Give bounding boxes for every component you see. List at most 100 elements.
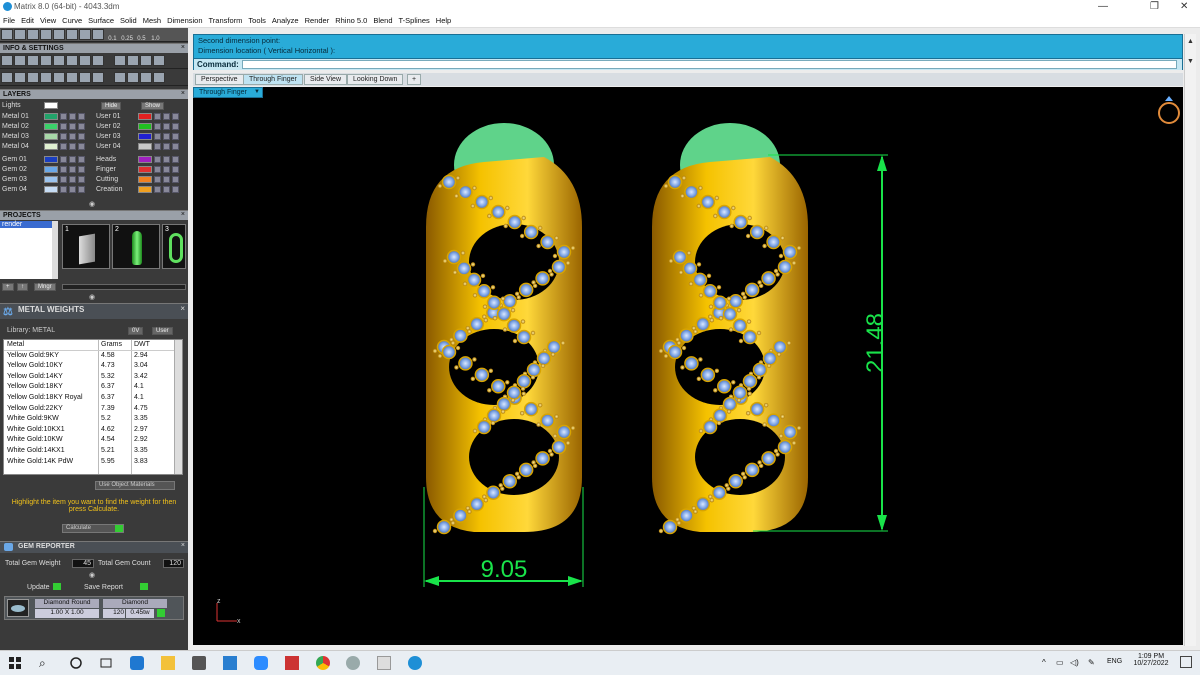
- app-icon[interactable]: [346, 656, 360, 670]
- lock-icon[interactable]: [154, 123, 161, 130]
- splitter-handle-icon[interactable]: ◉: [89, 293, 95, 301]
- slider-handle-icon[interactable]: ◉: [89, 571, 95, 579]
- lock-icon[interactable]: [154, 156, 161, 163]
- manager-button[interactable]: Mngr: [34, 283, 56, 291]
- language-indicator[interactable]: ENG: [1107, 658, 1122, 665]
- show-button[interactable]: Show: [141, 102, 165, 110]
- select-icon[interactable]: [78, 176, 85, 183]
- project-thumb-2[interactable]: 2: [112, 224, 160, 269]
- layer-row[interactable]: User 03: [96, 132, 188, 142]
- select-icon[interactable]: [172, 156, 179, 163]
- layer-color-swatch[interactable]: [138, 186, 152, 193]
- select-icon[interactable]: [78, 143, 85, 150]
- visibility-icon[interactable]: [69, 133, 76, 140]
- table-row[interactable]: White Gold:9KW 5.2 3.35: [4, 414, 182, 425]
- volume-icon[interactable]: ◁): [1070, 658, 1079, 667]
- scroll-down-icon[interactable]: ▼: [1187, 58, 1194, 65]
- project-thumb-1[interactable]: 1: [62, 224, 110, 269]
- menu-tsplines[interactable]: T-Splines: [396, 14, 433, 25]
- layers-header[interactable]: LAYERS ×: [0, 89, 188, 99]
- layer-row[interactable]: Metal 03: [2, 132, 94, 142]
- lock-icon[interactable]: [60, 133, 67, 140]
- chrome-icon[interactable]: [316, 656, 330, 670]
- menu-dimension[interactable]: Dimension: [164, 14, 205, 25]
- play-icon[interactable]: [157, 609, 165, 617]
- tab-side-view[interactable]: Side View: [304, 74, 348, 85]
- table-row[interactable]: Yellow Gold:18KY 6.37 4.1: [4, 382, 182, 393]
- menu-analyze[interactable]: Analyze: [269, 14, 302, 25]
- lights-row[interactable]: Lights: [2, 101, 92, 111]
- table-row[interactable]: Yellow Gold:22KY 7.39 4.75: [4, 404, 182, 415]
- visibility-icon[interactable]: [163, 143, 170, 150]
- lock-icon[interactable]: [60, 166, 67, 173]
- library-0v-button[interactable]: 0V: [128, 327, 144, 335]
- select-icon[interactable]: [78, 113, 85, 120]
- close-icon[interactable]: ×: [181, 90, 185, 97]
- layer-row[interactable]: Cutting: [96, 175, 188, 185]
- select-icon[interactable]: [172, 143, 179, 150]
- tool-button[interactable]: [66, 72, 78, 83]
- layer-color-swatch[interactable]: [44, 156, 58, 163]
- close-icon[interactable]: ×: [181, 44, 185, 51]
- tool-button[interactable]: [40, 29, 52, 40]
- tool-button[interactable]: [27, 55, 39, 66]
- tray-chevron-icon[interactable]: ^: [1042, 658, 1046, 667]
- command-input[interactable]: [242, 60, 1177, 69]
- menu-help[interactable]: Help: [433, 14, 454, 25]
- project-thumb-3[interactable]: 3: [162, 224, 186, 269]
- table-row[interactable]: Yellow Gold:14KY 5.32 3.42: [4, 372, 182, 383]
- project-list[interactable]: render: [0, 221, 58, 279]
- scroll-up-icon[interactable]: ▲: [1187, 38, 1194, 45]
- layer-row[interactable]: Metal 01: [2, 112, 94, 122]
- project-item[interactable]: render: [0, 221, 58, 228]
- lights-swatch[interactable]: [44, 102, 58, 109]
- notification-icon[interactable]: [1180, 656, 1192, 668]
- layer-color-swatch[interactable]: [138, 176, 152, 183]
- lock-icon[interactable]: [154, 143, 161, 150]
- add-view-button[interactable]: +: [407, 74, 422, 85]
- table-row[interactable]: White Gold:10KX1 4.62 2.97: [4, 425, 182, 436]
- layer-row[interactable]: Finger: [96, 165, 188, 175]
- menu-curve[interactable]: Curve: [59, 14, 85, 25]
- visibility-icon[interactable]: [69, 176, 76, 183]
- right-scrollbar[interactable]: ▲ ▼: [1184, 34, 1196, 646]
- close-icon[interactable]: ✕: [1180, 1, 1188, 12]
- visibility-icon[interactable]: [69, 156, 76, 163]
- windows-start-icon[interactable]: [8, 656, 22, 670]
- maximize-icon[interactable]: ❐: [1150, 1, 1159, 12]
- menu-rhino[interactable]: Rhino 5.0: [332, 14, 370, 25]
- tab-through-finger[interactable]: Through Finger: [243, 74, 303, 85]
- table-scrollbar[interactable]: [174, 340, 182, 474]
- viewport[interactable]: 21.48 9.05 z x: [193, 87, 1183, 645]
- visibility-icon[interactable]: [163, 123, 170, 130]
- select-icon[interactable]: [78, 123, 85, 130]
- table-row[interactable]: Yellow Gold:10KY 4.73 3.04: [4, 361, 182, 372]
- visibility-icon[interactable]: [69, 143, 76, 150]
- snap-10[interactable]: 1.0: [151, 36, 165, 42]
- gem-reporter-header[interactable]: GEM REPORTER ×: [0, 541, 188, 553]
- lock-icon[interactable]: [154, 186, 161, 193]
- menu-surface[interactable]: Surface: [85, 14, 117, 25]
- viewport-label[interactable]: Through Finger ▼: [193, 87, 263, 98]
- visibility-icon[interactable]: [163, 133, 170, 140]
- visibility-icon[interactable]: [69, 113, 76, 120]
- lock-icon[interactable]: [154, 133, 161, 140]
- lock-icon[interactable]: [154, 113, 161, 120]
- tool-button[interactable]: [153, 72, 165, 83]
- tool-button[interactable]: [66, 29, 78, 40]
- tool-button[interactable]: [27, 29, 39, 40]
- metal-weights-header[interactable]: ⚖ METAL WEIGHTS ×: [0, 303, 188, 319]
- visibility-icon[interactable]: [163, 186, 170, 193]
- layer-color-swatch[interactable]: [44, 166, 58, 173]
- tool-button[interactable]: [1, 55, 13, 66]
- tool-button[interactable]: [79, 55, 91, 66]
- zoom-icon[interactable]: [254, 656, 268, 670]
- select-icon[interactable]: [172, 123, 179, 130]
- close-icon[interactable]: ×: [180, 304, 185, 313]
- layer-color-swatch[interactable]: [44, 186, 58, 193]
- table-row[interactable]: Yellow Gold:9KY 4.58 2.94: [4, 351, 182, 362]
- lock-icon[interactable]: [154, 176, 161, 183]
- tab-perspective[interactable]: Perspective: [195, 74, 244, 85]
- edge-icon[interactable]: [130, 656, 144, 670]
- layer-row[interactable]: Metal 02: [2, 122, 94, 132]
